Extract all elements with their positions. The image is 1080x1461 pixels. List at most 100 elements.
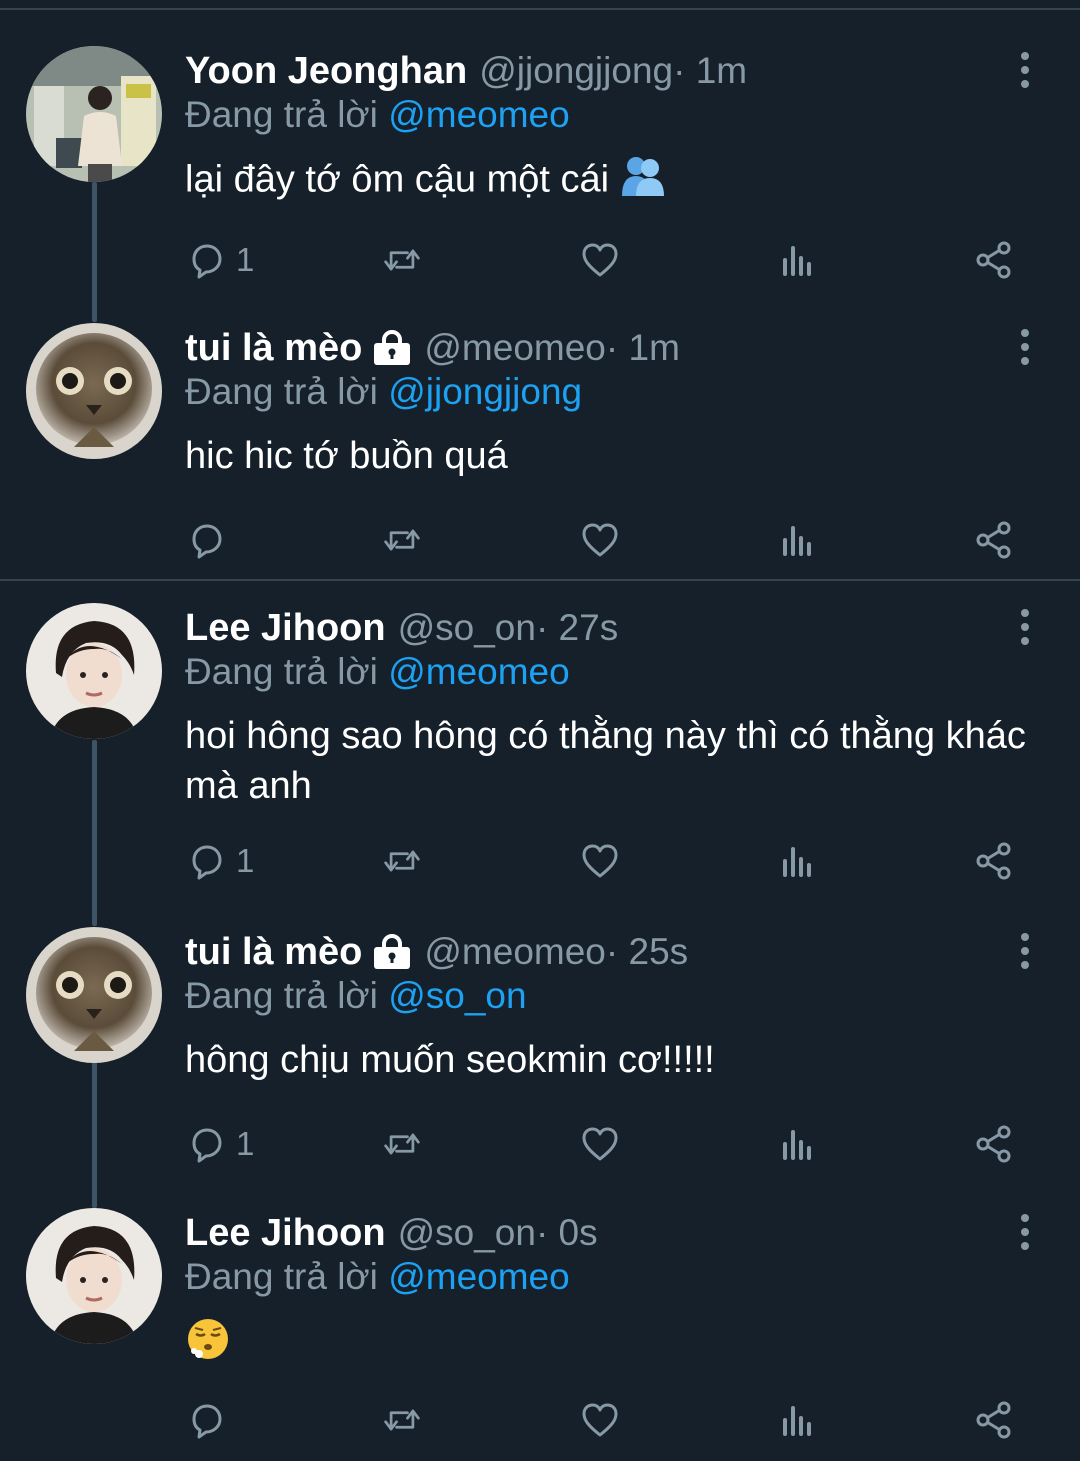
avatar[interactable] [26, 46, 162, 182]
like-button[interactable] [580, 518, 620, 562]
display-name[interactable]: tui là mèo [185, 931, 362, 974]
retweet-icon [384, 1409, 420, 1431]
retweet-button[interactable] [382, 518, 422, 562]
heart-icon [582, 1127, 618, 1161]
replying-to: Đang trả lời @jjongjjong [185, 371, 582, 413]
like-button[interactable] [580, 1122, 620, 1166]
user-handle[interactable]: @so_on [398, 1212, 536, 1254]
analytics-button[interactable] [778, 518, 818, 562]
conversation-divider [0, 579, 1080, 581]
replying-to: Đang trả lời @meomeo [185, 651, 570, 693]
reply-button[interactable]: 1 [186, 238, 254, 282]
top-divider [0, 8, 1080, 10]
avatar[interactable] [26, 323, 162, 459]
more-options-icon[interactable] [1010, 1212, 1040, 1252]
person-avatar [26, 603, 162, 739]
share-button[interactable] [974, 839, 1014, 883]
tweet-actions [0, 518, 1080, 562]
retweet-button[interactable] [382, 839, 422, 883]
reply-button[interactable] [186, 518, 236, 562]
tweet-text-content: hoi hông sao hông có thằng này thì có th… [185, 715, 1026, 807]
user-handle[interactable]: @meomeo [424, 931, 606, 973]
tweet-text-content: hic hic tớ buồn quá [185, 435, 508, 477]
display-name[interactable]: tui là mèo [185, 327, 362, 370]
tweet-actions [0, 1398, 1080, 1442]
tweet-text: hic hic tớ buồn quá [185, 431, 1045, 481]
analytics-icon [783, 526, 811, 556]
more-options-icon[interactable] [1010, 50, 1040, 90]
user-handle[interactable]: @so_on [398, 607, 536, 649]
share-icon [976, 241, 1011, 279]
user-handle[interactable]: @meomeo [424, 327, 606, 369]
reply-to-handle[interactable]: @meomeo [388, 94, 570, 135]
tweet-text-content: lại đây tớ ôm cậu một cái [185, 158, 610, 201]
tweet-text: hông chịu muốn seokmin cơ!!!!! [185, 1035, 1045, 1085]
like-button[interactable] [580, 839, 620, 883]
timestamp[interactable]: · 27s [536, 607, 618, 649]
avatar[interactable] [26, 927, 162, 1063]
user-handle[interactable]: @jjongjjong [479, 50, 673, 92]
heart-icon [582, 1403, 618, 1437]
retweet-button[interactable] [382, 1398, 422, 1442]
reply-to-handle[interactable]: @so_on [388, 975, 526, 1016]
analytics-button[interactable] [778, 238, 818, 282]
avatar[interactable] [26, 1208, 162, 1344]
reply-icon [192, 244, 222, 279]
analytics-icon [783, 1406, 811, 1436]
share-button[interactable] [974, 1122, 1014, 1166]
analytics-button[interactable] [778, 839, 818, 883]
tweet-text: lại đây tớ ôm cậu một cái [185, 154, 1045, 209]
share-button[interactable] [974, 518, 1014, 562]
replying-to-label: Đang trả lời [185, 94, 378, 135]
reply-to-handle[interactable]: @meomeo [388, 1256, 570, 1297]
analytics-icon [783, 847, 811, 877]
more-options-icon[interactable] [1010, 931, 1040, 971]
retweet-button[interactable] [382, 1122, 422, 1166]
analytics-icon [783, 246, 811, 276]
heart-icon [582, 243, 618, 277]
timestamp[interactable]: · 25s [606, 931, 688, 973]
share-button[interactable] [974, 238, 1014, 282]
reply-to-handle[interactable]: @jjongjjong [388, 371, 582, 412]
tweet-text [185, 1316, 1045, 1375]
lock-icon [372, 934, 412, 970]
share-button[interactable] [974, 1398, 1014, 1442]
analytics-button[interactable] [778, 1398, 818, 1442]
reply-button[interactable] [186, 1398, 236, 1442]
display-name[interactable]: Lee Jihoon [185, 1212, 386, 1255]
reply-icon [192, 845, 222, 880]
share-icon [976, 1125, 1011, 1163]
replying-to-label: Đang trả lời [185, 975, 378, 1016]
timestamp[interactable]: · 1m [606, 327, 680, 369]
tweet-text: hoi hông sao hông có thằng này thì có th… [185, 711, 1045, 811]
share-icon [976, 521, 1011, 559]
reply-count: 1 [236, 241, 255, 278]
heart-icon [582, 844, 618, 878]
person-station-avatar [26, 46, 162, 182]
reply-icon [192, 524, 222, 559]
avatar[interactable] [26, 603, 162, 739]
like-button[interactable] [580, 1398, 620, 1442]
reply-to-handle[interactable]: @meomeo [388, 651, 570, 692]
analytics-button[interactable] [778, 1122, 818, 1166]
timestamp[interactable]: · 0s [536, 1212, 598, 1254]
reply-button[interactable]: 1 [186, 839, 254, 883]
replying-to: Đang trả lời @so_on [185, 975, 527, 1017]
person-avatar [26, 1208, 162, 1344]
more-options-icon[interactable] [1010, 607, 1040, 647]
replying-to-label: Đang trả lời [185, 371, 378, 412]
face-exhaling-icon [185, 1316, 231, 1375]
retweet-button[interactable] [382, 238, 422, 282]
lock-icon [372, 330, 412, 366]
timestamp[interactable]: · 1m [673, 50, 747, 92]
display-name[interactable]: Lee Jihoon [185, 607, 386, 650]
retweet-icon [384, 850, 420, 872]
cat-avatar [26, 323, 162, 459]
like-button[interactable] [580, 238, 620, 282]
tweet-text-content: hông chịu muốn seokmin cơ!!!!! [185, 1039, 715, 1081]
retweet-icon [384, 1133, 420, 1155]
reply-button[interactable]: 1 [186, 1122, 254, 1166]
more-options-icon[interactable] [1010, 327, 1040, 367]
retweet-icon [384, 249, 420, 271]
display-name[interactable]: Yoon Jeonghan [185, 50, 467, 93]
